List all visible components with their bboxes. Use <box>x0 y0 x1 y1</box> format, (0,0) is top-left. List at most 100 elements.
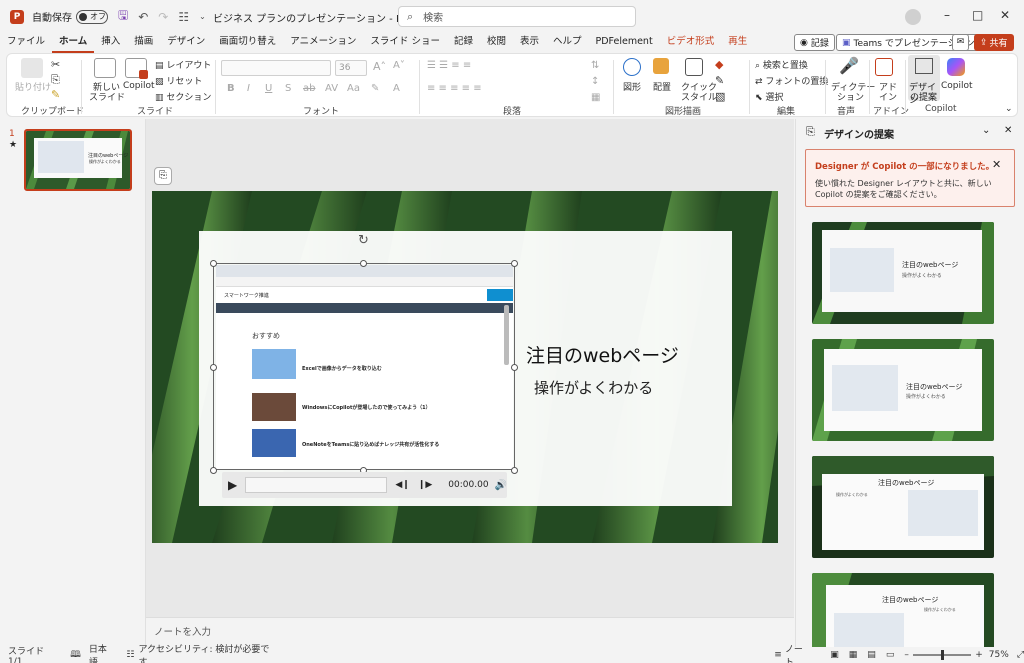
resize-handle-e[interactable] <box>511 364 518 371</box>
tab-pdfelement[interactable]: PDFelement <box>589 33 660 53</box>
close-window-icon[interactable]: ✕ <box>1000 8 1010 22</box>
new-slide-icon[interactable] <box>94 58 116 78</box>
tab-review[interactable]: 校閲 <box>480 33 513 53</box>
design-suggestion-1[interactable]: 注目のwebページ 操作がよくわかる <box>812 222 994 324</box>
slide-thumbnail[interactable]: 注目のwebページ 操作がよくわかる <box>24 129 132 191</box>
align-icons[interactable]: ≡ ≡ ≡ ≡ ≡ <box>427 83 482 94</box>
step-back-icon[interactable]: ◀❙ <box>395 480 409 490</box>
step-forward-icon[interactable]: ❙▶ <box>418 480 432 490</box>
minimize-icon[interactable]: – <box>944 8 950 22</box>
zoom-out-icon[interactable]: – <box>904 650 909 660</box>
underline-icon[interactable]: U <box>265 83 272 94</box>
rotate-handle-icon[interactable]: ↻ <box>358 233 369 248</box>
dictate-label2[interactable]: ション <box>837 90 864 103</box>
shape-outline-icon[interactable]: ✎ <box>715 74 724 87</box>
slide-title[interactable]: 注目のwebページ <box>526 341 679 368</box>
reset-button[interactable]: ▧ リセット <box>155 74 202 87</box>
design-suggestion-3[interactable]: 注目のwebページ 操作がよくわかる <box>812 456 994 558</box>
spacing-icon[interactable]: AV <box>325 83 338 94</box>
comments-button[interactable]: ✉ <box>952 34 969 51</box>
play-icon[interactable]: ▶ <box>228 478 237 492</box>
shapes-button[interactable]: 図形 <box>623 80 641 93</box>
font-color-icon[interactable]: A <box>393 83 400 94</box>
tab-design[interactable]: デザイン <box>160 33 212 53</box>
section-button[interactable]: ▥ セクション <box>155 90 211 103</box>
select-button[interactable]: ⬉ 選択 <box>755 90 783 103</box>
zoom-level[interactable]: 75% <box>989 650 1009 660</box>
share-button[interactable]: ⇪ 共有 <box>974 34 1014 51</box>
italic-icon[interactable]: I <box>247 83 250 94</box>
resize-handle-ne[interactable] <box>511 260 518 267</box>
strikethrough-icon[interactable]: ab <box>303 83 315 94</box>
customize-qat-icon[interactable]: ⌄ <box>199 12 206 21</box>
tab-draw[interactable]: 描画 <box>127 33 160 53</box>
fit-slide-icon[interactable]: ⤢ <box>1017 650 1024 660</box>
copilot-icon[interactable] <box>947 58 965 76</box>
copy-icon[interactable]: ⎘ <box>51 73 60 87</box>
pane-options-icon[interactable]: ⌄ <box>982 125 990 136</box>
tab-animations[interactable]: アニメーション <box>283 33 363 53</box>
tab-file[interactable]: ファイル <box>0 33 52 53</box>
smartart-icon[interactable]: ▦ <box>591 92 600 103</box>
shape-effects-icon[interactable]: ▧ <box>715 90 725 103</box>
slideshow-icon[interactable]: ▭ <box>886 650 895 660</box>
tab-slideshow[interactable]: スライド ショー <box>363 33 447 53</box>
quick-style-label2[interactable]: スタイル <box>681 90 717 103</box>
replace-font-button[interactable]: ⇄ フォントの置換 <box>755 74 828 87</box>
maximize-icon[interactable]: □ <box>972 8 983 22</box>
bullets-icon[interactable]: ☰ ☰ ≡ ≡ <box>427 60 471 71</box>
addin-icon[interactable] <box>875 58 893 76</box>
font-size-select[interactable]: 36 <box>335 60 367 76</box>
spellcheck-icon[interactable]: 🕮 <box>70 647 81 663</box>
zoom-slider[interactable] <box>912 650 972 660</box>
text-direction-icon[interactable]: ⇅ <box>591 60 599 71</box>
resize-handle-sw[interactable] <box>210 467 217 474</box>
addin-label2[interactable]: イン <box>879 90 897 103</box>
accessibility-status[interactable]: アクセシビリティ: 検討が必要です <box>138 642 270 663</box>
shapes-icon[interactable] <box>623 58 641 76</box>
undo-icon[interactable]: ↶ <box>138 10 148 24</box>
new-slide-label2[interactable]: スライド <box>89 90 125 103</box>
resize-handle-se[interactable] <box>511 467 518 474</box>
save-icon[interactable]: 🖫 <box>118 6 128 27</box>
copilot-slide-icon[interactable] <box>125 58 148 79</box>
autosave-toggle[interactable]: オフ <box>76 9 108 24</box>
paste-button[interactable]: 貼り付け <box>15 80 51 93</box>
paste-icon[interactable] <box>21 58 43 78</box>
reading-view-icon[interactable]: ▤ <box>867 650 876 660</box>
resize-handle-w[interactable] <box>210 364 217 371</box>
normal-view-icon[interactable]: ▣ <box>830 650 839 660</box>
zoom-slider-thumb[interactable] <box>940 650 944 660</box>
arrange-button[interactable]: 配置 <box>653 80 671 93</box>
layout-button[interactable]: ▤ レイアウト <box>155 58 211 71</box>
volume-icon[interactable]: 🔊 <box>495 480 507 491</box>
tab-help[interactable]: ヘルプ <box>546 33 589 53</box>
close-pane-icon[interactable]: ✕ <box>1004 125 1012 136</box>
tab-playback[interactable]: 再生 <box>721 33 754 53</box>
search-box[interactable]: ⌕ 検索 <box>398 6 636 27</box>
tab-video-format[interactable]: ビデオ形式 <box>660 33 722 53</box>
record-button[interactable]: ◉ 記録 <box>794 34 835 51</box>
decrease-font-icon[interactable]: A˅ <box>393 60 405 71</box>
copilot-slide-button[interactable]: Copilot <box>123 81 155 91</box>
tab-transitions[interactable]: 画面切り替え <box>212 33 283 53</box>
slide-sorter-icon[interactable]: ▦ <box>849 650 858 660</box>
present-icon[interactable]: ☷ <box>178 10 189 24</box>
slide-subtitle[interactable]: 操作がよくわかる <box>534 377 653 398</box>
arrange-icon[interactable] <box>653 58 669 74</box>
align-text-icon[interactable]: ↕ <box>591 76 599 87</box>
bold-icon[interactable]: B <box>227 83 235 94</box>
language-label[interactable]: 日本語 <box>89 642 114 663</box>
cut-icon[interactable]: ✂ <box>51 58 60 71</box>
tab-home[interactable]: ホーム <box>52 33 95 53</box>
dictate-icon[interactable]: 🎤 <box>839 56 859 75</box>
tab-record[interactable]: 記録 <box>447 33 480 53</box>
designer-button[interactable]: デザイン の提案 <box>908 55 940 106</box>
video-progress-bar[interactable] <box>245 477 388 493</box>
account-avatar[interactable] <box>905 9 921 25</box>
collapse-ribbon-icon[interactable]: ⌄ <box>1005 104 1013 114</box>
close-notice-icon[interactable]: ✕ <box>992 158 1001 171</box>
shadow-icon[interactable]: S <box>285 83 291 94</box>
change-case-icon[interactable]: Aa <box>347 83 360 94</box>
resize-handle-n[interactable] <box>360 260 367 267</box>
